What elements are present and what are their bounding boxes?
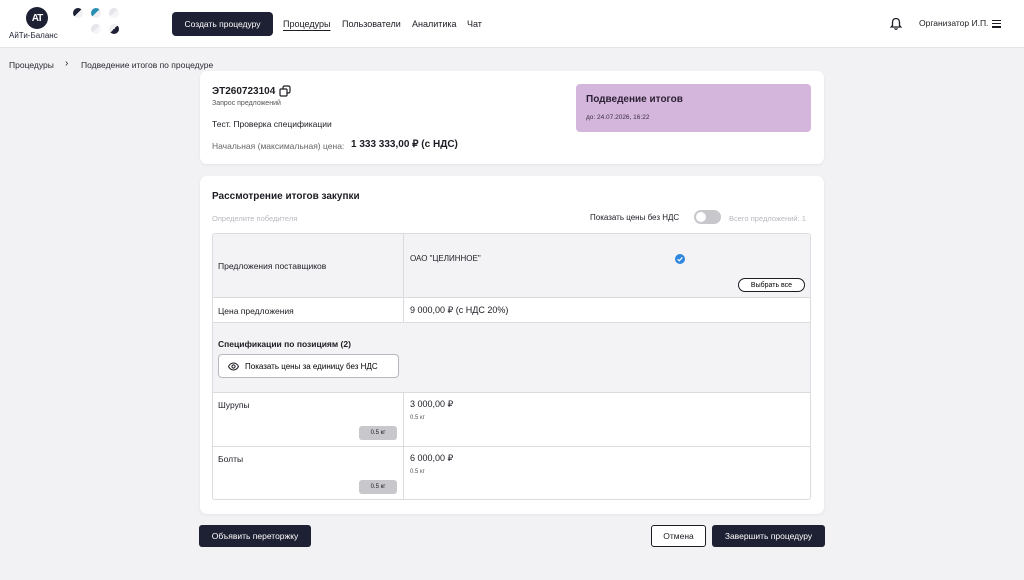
table-row: Болты 0.5 кг 6 000,00 ₽ 0.5 кг bbox=[213, 447, 810, 499]
procedure-name: Тест. Проверка спецификации bbox=[212, 119, 332, 129]
nav-analytics[interactable]: Аналитика bbox=[412, 19, 457, 29]
supplier-name: ОАО "ЦЕЛИННОЕ" bbox=[410, 254, 481, 263]
nav-users[interactable]: Пользователи bbox=[342, 19, 401, 29]
offers-label: Предложения поставщиков bbox=[218, 261, 327, 271]
offer-price-value: 9 000,00 ₽ (с НДС 20%) bbox=[410, 305, 509, 315]
procedure-type: Запрос предложений bbox=[212, 100, 281, 107]
table-row: Предложения поставщиков ОАО "ЦЕЛИННОЕ" В… bbox=[213, 234, 810, 298]
results-hint: Определите победителя bbox=[212, 214, 298, 223]
select-all-button[interactable]: Выбрать все bbox=[738, 278, 805, 292]
menu-icon[interactable] bbox=[992, 20, 1001, 28]
item-name: Болты bbox=[218, 454, 244, 464]
results-card: Рассмотрение итогов закупки Определите п… bbox=[200, 176, 824, 514]
cancel-button[interactable]: Отмена bbox=[651, 525, 706, 547]
finish-procedure-button[interactable]: Завершить процедуру bbox=[712, 525, 825, 547]
chevron-right-icon: › bbox=[65, 58, 69, 69]
copy-icon[interactable] bbox=[279, 85, 291, 97]
status-panel: Подведение итогов до: 24.07.2026, 16:22 bbox=[576, 84, 811, 132]
logo-text: АйТи-Баланс bbox=[9, 31, 58, 40]
verified-icon bbox=[675, 254, 685, 264]
item-price: 3 000,00 ₽ bbox=[410, 399, 454, 409]
procedure-card: ЭТ260723104 Запрос предложений Тест. Про… bbox=[200, 71, 824, 164]
status-title: Подведение итогов bbox=[586, 94, 683, 105]
initial-price-label: Начальная (максимальная) цена: bbox=[212, 141, 345, 151]
nav-chat[interactable]: Чат bbox=[467, 19, 482, 29]
app-header: AT АйТи-Баланс Создать процедуру Процеду… bbox=[0, 0, 1024, 48]
table-row: Цена предложения 9 000,00 ₽ (с НДС 20%) bbox=[213, 298, 810, 323]
rebid-button[interactable]: Объявить переторжку bbox=[199, 525, 311, 547]
nav-procedures[interactable]: Процедуры bbox=[283, 19, 330, 29]
breadcrumb-procedures[interactable]: Процедуры bbox=[9, 60, 54, 70]
unit-badge: 0.5 кг bbox=[359, 426, 397, 440]
table-row: Спецификации по позициям (2) Показать це… bbox=[213, 323, 810, 393]
unit-badge: 0.5 кг bbox=[359, 480, 397, 494]
toggle-knob bbox=[696, 212, 706, 222]
item-price: 6 000,00 ₽ bbox=[410, 453, 454, 463]
show-unit-prices-label: Показать цены за единицу без НДС bbox=[245, 361, 378, 371]
results-title: Рассмотрение итогов закупки bbox=[212, 191, 360, 202]
eye-icon bbox=[228, 362, 239, 371]
vat-toggle[interactable] bbox=[694, 210, 721, 224]
table-row: Шурупы 0.5 кг 3 000,00 ₽ 0.5 кг bbox=[213, 393, 810, 447]
bell-icon[interactable] bbox=[890, 17, 902, 30]
breadcrumb-current: Подведение итогов по процедуре bbox=[81, 60, 214, 70]
item-qty: 0.5 кг bbox=[410, 415, 425, 421]
offers-table: Предложения поставщиков ОАО "ЦЕЛИННОЕ" В… bbox=[212, 233, 811, 500]
create-procedure-button[interactable]: Создать процедуру bbox=[172, 12, 273, 36]
vat-toggle-label: Показать цены без НДС bbox=[590, 213, 680, 222]
status-deadline: до: 24.07.2026, 16:22 bbox=[586, 114, 650, 121]
spec-label: Спецификации по позициям (2) bbox=[218, 339, 351, 349]
user-name[interactable]: Организатор И.П. bbox=[919, 18, 988, 28]
total-offers: Всего предложений: 1 bbox=[729, 214, 806, 223]
item-name: Шурупы bbox=[218, 400, 250, 410]
item-qty: 0.5 кг bbox=[410, 469, 425, 475]
show-unit-prices-button[interactable]: Показать цены за единицу без НДС bbox=[218, 354, 399, 378]
logo-mark[interactable]: AT bbox=[26, 7, 48, 29]
initial-price-value: 1 333 333,00 ₽ (с НДС) bbox=[351, 139, 458, 150]
offer-price-label: Цена предложения bbox=[218, 306, 294, 316]
procedure-id: ЭТ260723104 bbox=[212, 86, 276, 97]
